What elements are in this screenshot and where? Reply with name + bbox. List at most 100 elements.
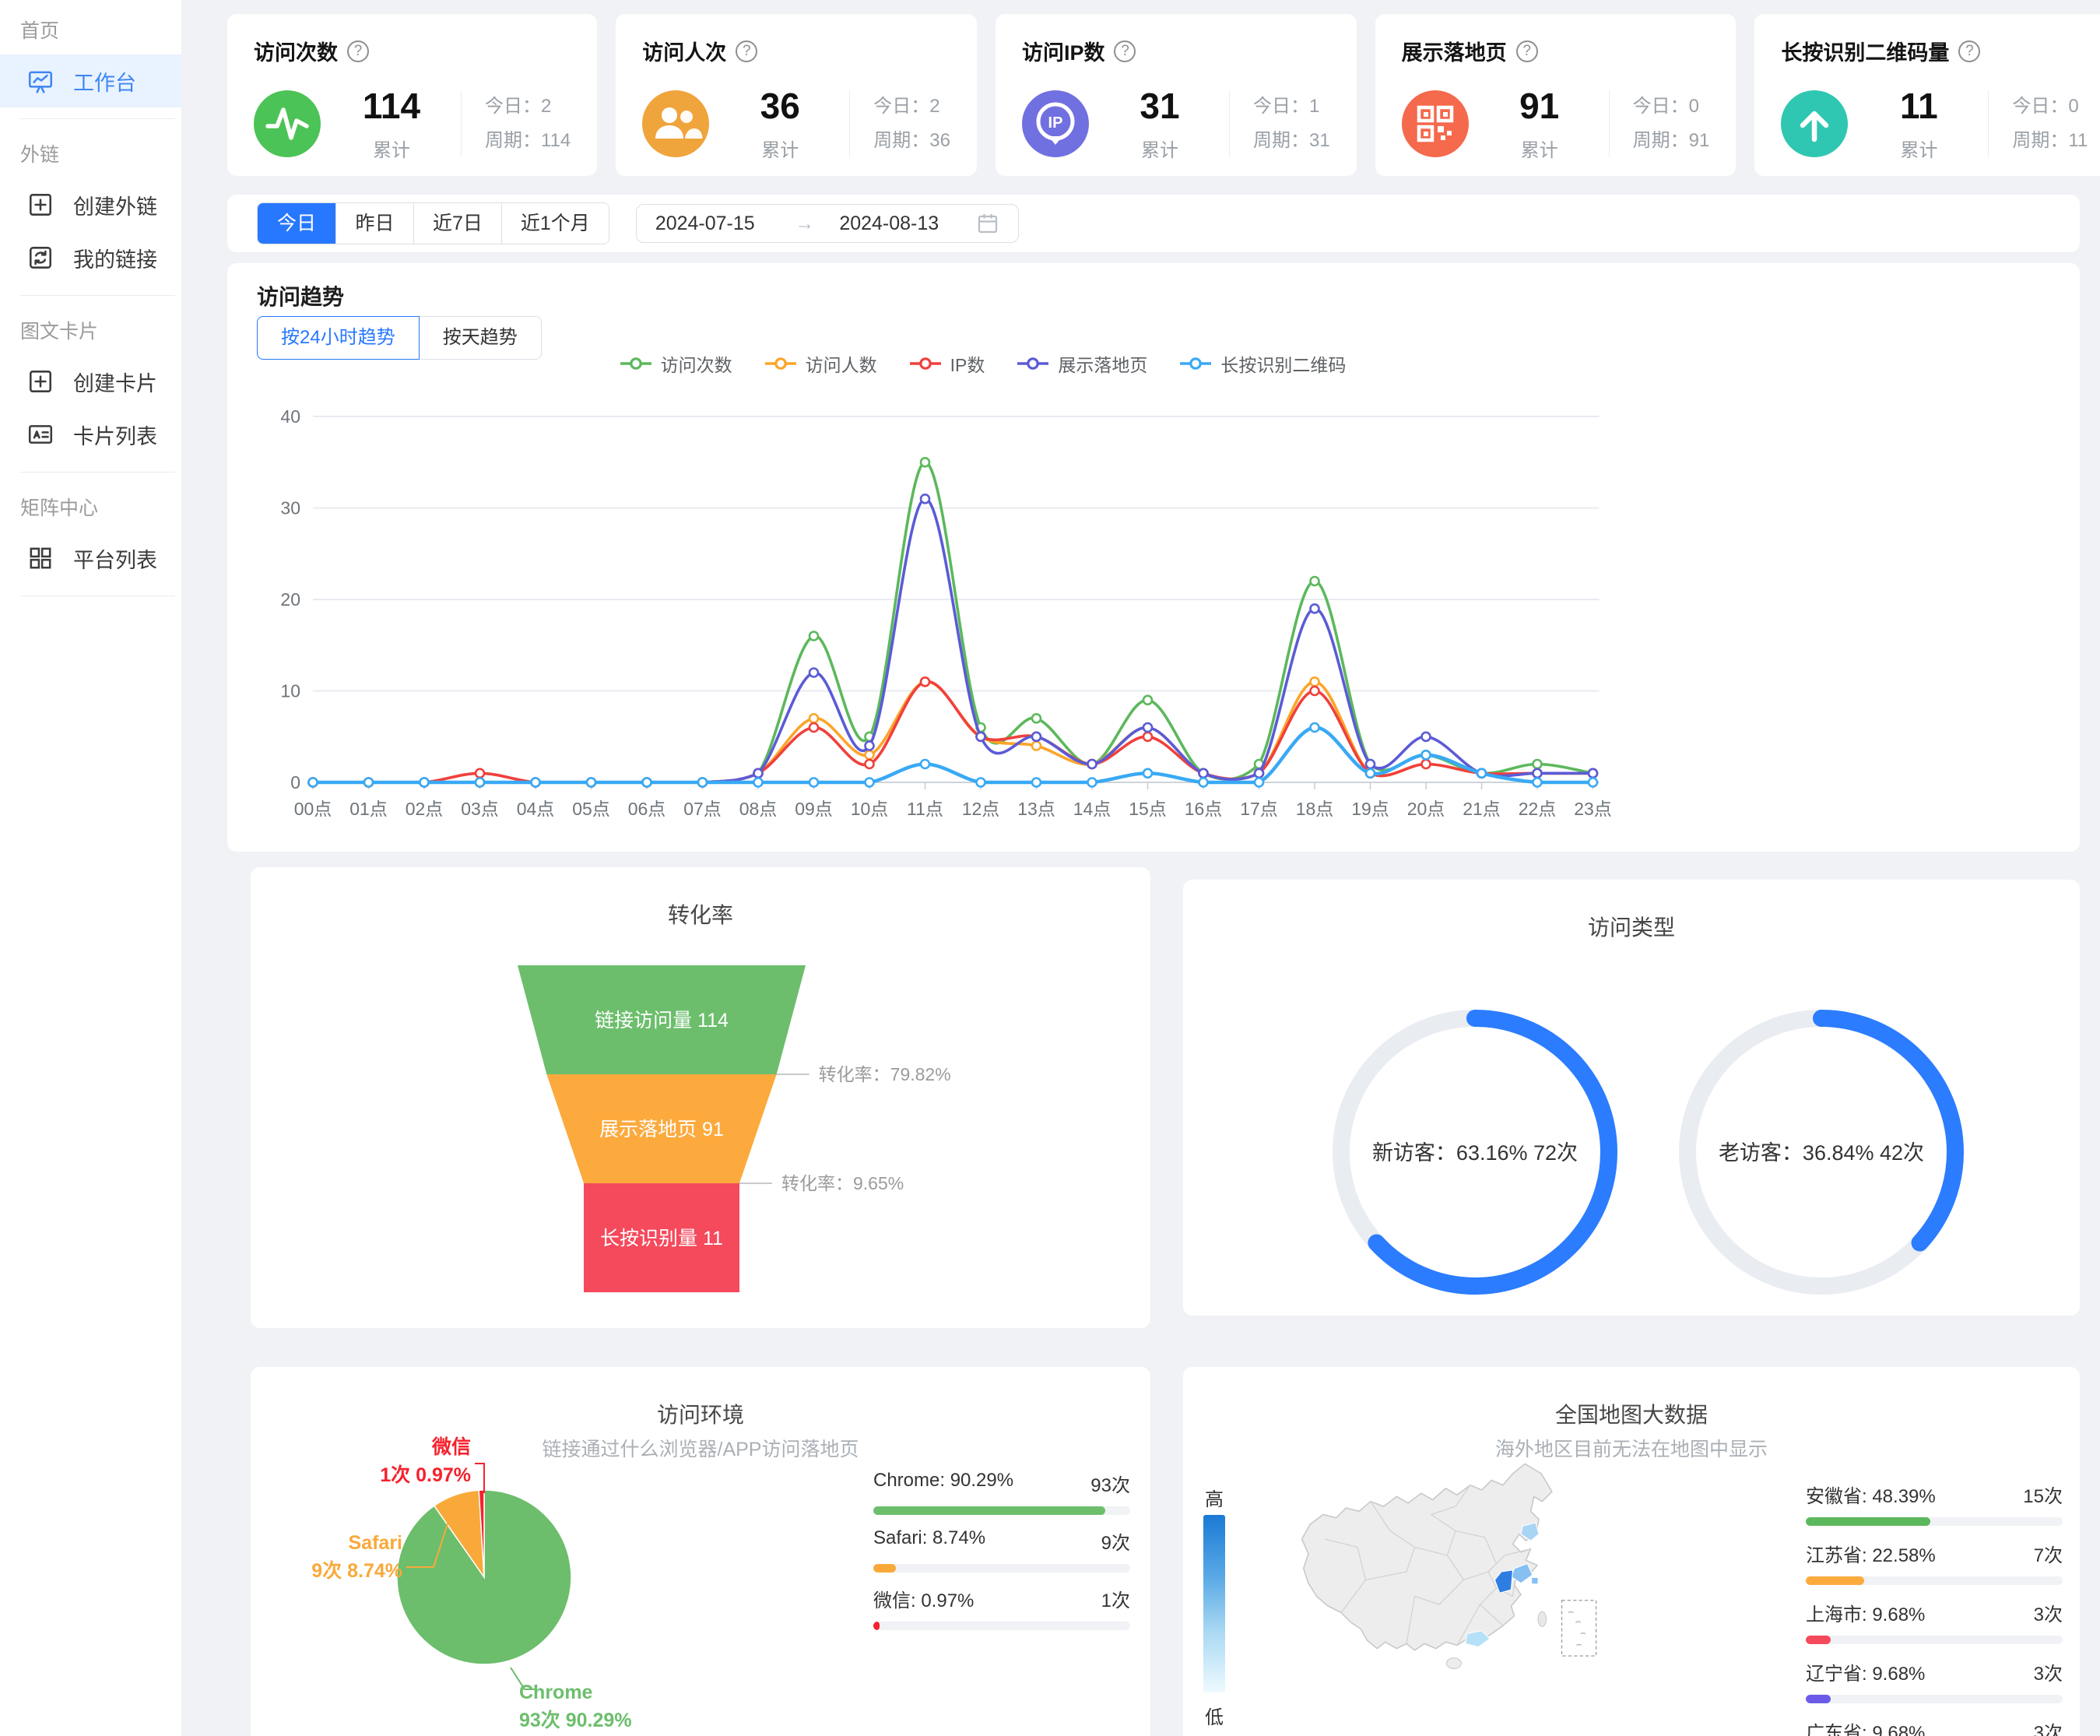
help-icon[interactable]: ? (736, 40, 757, 62)
data-point (866, 742, 874, 750)
range-tab[interactable]: 近1个月 (501, 203, 609, 244)
legend-item[interactable]: 长按识别二维码 (1178, 350, 1346, 377)
data-point (476, 769, 484, 778)
data-point (643, 778, 651, 787)
stat-today: 今日：1 (1253, 90, 1330, 124)
x-axis-tick-label: 09点 (795, 799, 833, 819)
svg-text:IP: IP (1048, 114, 1063, 132)
stat-value: 36 (734, 85, 826, 127)
x-axis-tick-label: 10点 (851, 799, 889, 819)
sidebar-item-label: 工作台 (73, 66, 136, 97)
legend-label: IP数 (950, 350, 985, 377)
sidebar-item-card-list[interactable]: 卡片列表 (0, 408, 181, 461)
sidebar-item-label: 卡片列表 (73, 420, 157, 450)
legend-item[interactable]: 访问次数 (619, 350, 732, 377)
data-point (1032, 742, 1041, 750)
browser-bar (873, 1564, 1130, 1573)
trend-mode-tab[interactable]: 按24小时趋势 (257, 316, 420, 360)
browser-list: Chrome: 90.29% 93次 Safari: 8.74% 9次 微信: … (873, 1470, 1130, 1643)
data-point (866, 760, 874, 768)
legend-marker-icon (764, 357, 798, 371)
legend-marker-icon (1016, 357, 1050, 371)
legend-label: 访问人数 (806, 350, 877, 377)
sidebar-group-label: 外链 (0, 124, 181, 178)
date-end-value[interactable]: 2024-08-13 (817, 213, 976, 235)
stat-title: 访问次数 (254, 36, 338, 66)
x-axis-tick-label: 03点 (461, 799, 499, 819)
stat-card: 访问IP数 ? IP 31 累计 今日：1 周期：31 (996, 14, 1357, 176)
pulse-icon (254, 90, 321, 157)
data-point (866, 750, 874, 759)
workbench-icon (26, 67, 54, 95)
pie-callout-value: 93次 90.29% (519, 1710, 632, 1731)
data-point (1032, 714, 1041, 722)
chart-legend: 访问次数 访问人数 IP数 展示落地页 长按识别二维码 (321, 350, 1644, 377)
stat-value-label: 累计 (734, 135, 826, 162)
legend-marker-icon (619, 357, 653, 371)
data-point (1199, 769, 1208, 778)
create-outlink-icon (26, 191, 54, 219)
x-axis-tick-label: 17点 (1240, 799, 1278, 819)
y-axis-tick-label: 20 (280, 589, 300, 610)
stat-title: 访问人次 (642, 36, 726, 66)
browser-bar (873, 1622, 1130, 1630)
data-point (809, 714, 818, 722)
range-tab[interactable]: 近7日 (413, 203, 501, 244)
province-row: 江苏省: 22.58% 7次 (1806, 1540, 2063, 1585)
sidebar-item-create-outlink[interactable]: 创建外链 (0, 178, 181, 231)
platform-list-icon (26, 544, 54, 572)
help-icon[interactable]: ? (1114, 40, 1136, 62)
sidebar-item-label: 创建卡片 (73, 367, 157, 397)
sidebar-item-platform-list[interactable]: 平台列表 (0, 532, 181, 585)
help-icon[interactable]: ? (1958, 40, 1980, 62)
x-axis-tick-label: 12点 (962, 799, 1000, 819)
stat-value: 11 (1873, 85, 1965, 127)
map-card: 全国地图大数据 海外地区目前无法在地图中显示 高 低 (1183, 1367, 2080, 1736)
range-tab[interactable]: 昨日 (335, 203, 413, 244)
conversion-card: 转化率 链接访问量 114展示落地页 91长按识别量 11转化率：79.82%转… (251, 867, 1150, 1328)
province-row: 辽宁省: 9.68% 3次 (1806, 1658, 2063, 1703)
x-axis-tick-label: 11点 (907, 799, 943, 819)
browser-bar (873, 1506, 1130, 1515)
province-label: 广东省: 9.68% (1806, 1717, 1925, 1736)
sidebar-item-create-card[interactable]: 创建卡片 (0, 355, 181, 408)
stat-value-label: 累计 (1873, 135, 1965, 162)
sidebar-item-workbench[interactable]: 工作台 (0, 54, 181, 107)
trend-line-chart: 01020304000点01点02点03点04点05点06点07点08点09点1… (251, 380, 2056, 847)
date-range-picker[interactable]: 2024-07-15 → 2024-08-13 (636, 204, 1019, 243)
visit-trend-card: 访问趋势 按24小时趋势按天趋势 访问次数访问人数IP数展示落地页长按识别二维码… (227, 263, 2080, 852)
province-row: 上海市: 9.68% 3次 (1806, 1599, 2063, 1644)
data-point (809, 669, 818, 677)
line-series-3 (313, 499, 1593, 782)
ip-icon: IP (1022, 90, 1089, 157)
map-legend-high-label: 高 (1205, 1484, 1224, 1511)
stat-period: 周期：31 (1253, 124, 1330, 158)
range-tab[interactable]: 今日 (258, 203, 335, 244)
y-axis-tick-label: 30 (280, 498, 300, 518)
legend-item[interactable]: 展示落地页 (1016, 350, 1147, 377)
help-icon[interactable]: ? (347, 40, 369, 62)
data-point (1589, 769, 1597, 778)
stat-value-label: 累计 (346, 135, 437, 162)
legend-item[interactable]: 访问人数 (764, 350, 877, 377)
data-point (1311, 604, 1319, 613)
sidebar-item-my-links[interactable]: 我的链接 (0, 231, 181, 284)
china-map (1292, 1448, 1619, 1728)
browser-row: 微信: 0.97% 1次 (873, 1585, 1130, 1630)
date-start-value[interactable]: 2024-07-15 (655, 213, 792, 235)
browser-label: Safari: 8.74% (873, 1527, 985, 1555)
data-point (809, 778, 818, 787)
browser-row: Chrome: 90.29% 93次 (873, 1470, 1130, 1515)
help-icon[interactable]: ? (1516, 40, 1538, 62)
divider (1988, 90, 1989, 157)
map-legend-low-label: 低 (1205, 1702, 1224, 1729)
pie-callout-value: 9次 8.74% (311, 1560, 402, 1582)
calendar-icon (976, 212, 999, 235)
legend-label: 访问次数 (661, 350, 732, 377)
conversion-rate-label: 转化率：9.65% (781, 1173, 904, 1193)
legend-item[interactable]: IP数 (908, 350, 985, 377)
data-point (1032, 778, 1041, 787)
stat-today: 今日：2 (873, 90, 950, 124)
data-point (1533, 778, 1542, 787)
x-axis-tick-label: 02点 (406, 799, 444, 819)
